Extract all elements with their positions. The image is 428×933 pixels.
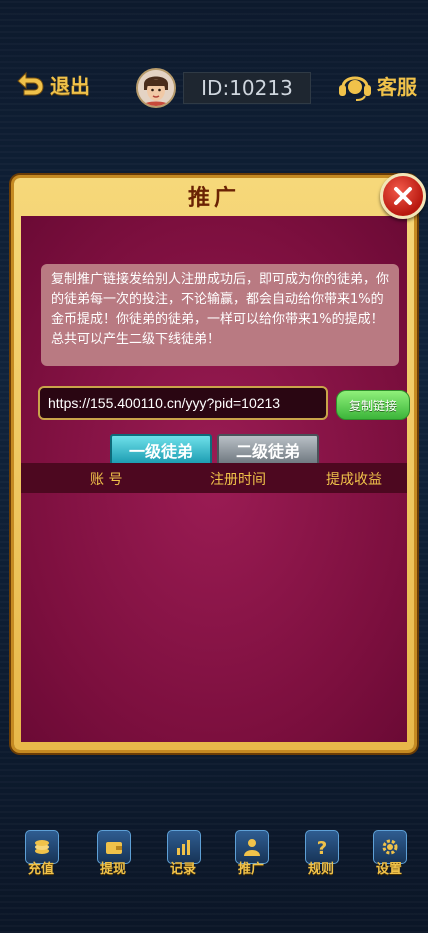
- nav-settings-label: 设置: [375, 862, 402, 877]
- customer-service-button[interactable]: 客服: [335, 67, 417, 103]
- nav-withdraw[interactable]: 提现: [88, 830, 138, 880]
- back-button[interactable]: 退出: [14, 69, 90, 99]
- avatar[interactable]: [136, 68, 176, 108]
- nav-recharge-label: 充值: [27, 862, 54, 877]
- close-icon: [394, 187, 412, 205]
- column-register-time: 注册时间: [210, 472, 266, 488]
- dialog-title: 推广: [187, 186, 240, 211]
- promotion-link-field[interactable]: [38, 386, 328, 420]
- table-header: 账 号 注册时间 提成收益: [21, 463, 407, 493]
- bottom-nav: 充值 提现 记录 推广 ? 规则 设置: [0, 820, 428, 880]
- nav-rules-label: 规则: [307, 862, 334, 877]
- svg-text:?: ?: [317, 838, 327, 858]
- headset-icon: [339, 76, 371, 101]
- tab-level-1[interactable]: 一级徒弟: [110, 434, 212, 472]
- column-account: 账 号: [90, 472, 123, 488]
- avatar-face-icon: [138, 70, 174, 106]
- nav-promotion-label: 推广: [237, 862, 264, 877]
- top-bar: 退出 ID:10213 客服: [0, 55, 428, 115]
- column-commission: 提成收益: [326, 472, 382, 488]
- user-id: ID:10213: [183, 72, 311, 104]
- nav-withdraw-label: 提现: [99, 862, 126, 877]
- tab-level-2[interactable]: 二级徒弟: [217, 434, 319, 466]
- back-arrow-icon: [17, 71, 44, 96]
- nav-records-label: 记录: [169, 862, 196, 877]
- dialog-body: 复制推广链接发给别人注册成功后，即可成为你的徒弟，你的徒弟每一次的投注，不论输赢…: [21, 216, 410, 742]
- close-button[interactable]: [380, 173, 426, 219]
- promotion-dialog: 推广 复制推广链接发给别人注册成功后，即可成为你的徒弟，你的徒弟每一次的投注，不…: [14, 178, 414, 750]
- promotion-notice: 复制推广链接发给别人注册成功后，即可成为你的徒弟，你的徒弟每一次的投注，不论输赢…: [41, 264, 399, 366]
- nav-recharge[interactable]: 充值: [16, 830, 66, 880]
- nav-rules[interactable]: ? 规则: [296, 830, 346, 880]
- nav-records[interactable]: 记录: [158, 830, 208, 880]
- copy-link-button[interactable]: 复制链接: [336, 390, 410, 420]
- nav-promotion[interactable]: 推广: [226, 830, 276, 880]
- back-label: 退出: [50, 73, 90, 98]
- nav-settings[interactable]: 设置: [364, 830, 414, 880]
- service-label: 客服: [377, 74, 417, 99]
